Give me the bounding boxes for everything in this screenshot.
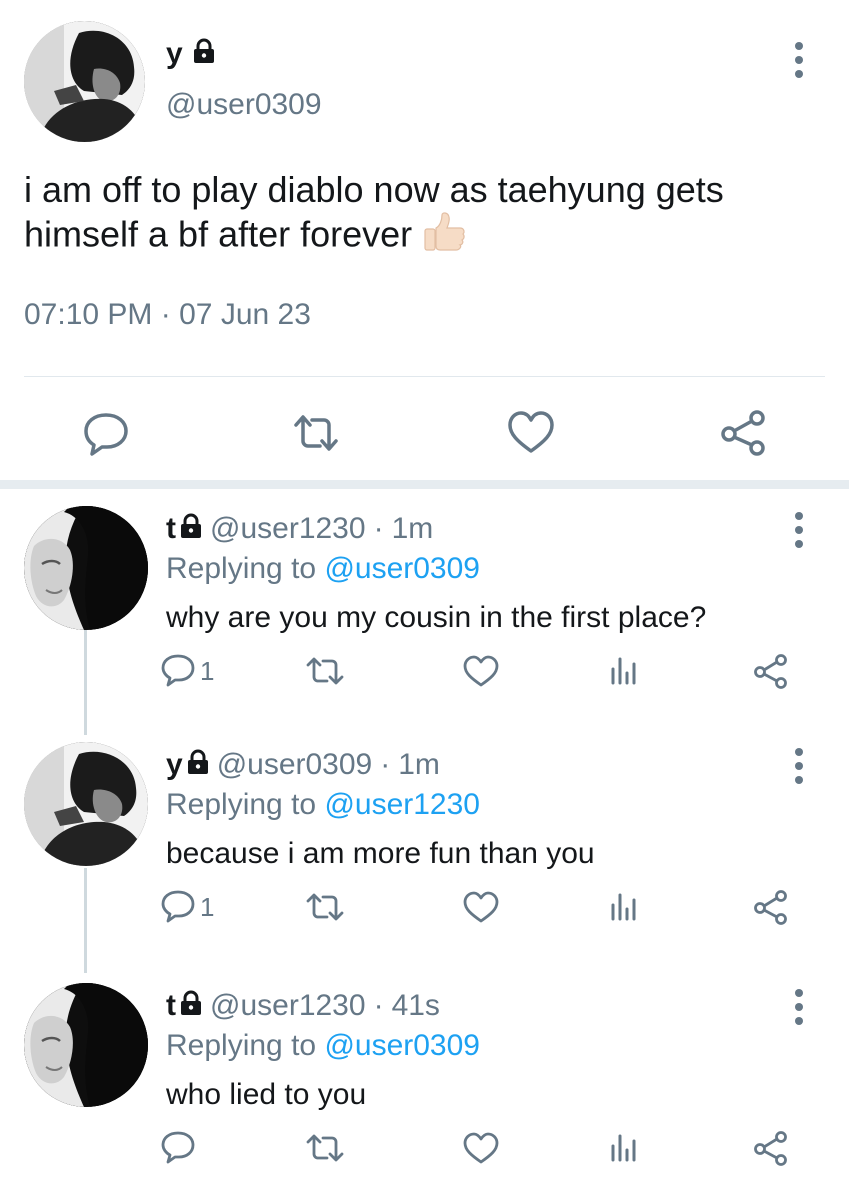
reply-icon: [160, 1128, 196, 1169]
lock-icon: [178, 513, 204, 545]
reply-button[interactable]: 1: [160, 887, 214, 927]
reply-display-name[interactable]: y: [166, 750, 183, 780]
replying-to-mention[interactable]: @user0309: [324, 552, 480, 585]
replying-to-mention[interactable]: @user1230: [324, 788, 480, 821]
lock-icon: [178, 990, 204, 1022]
reply-header: y @user0309 · 1m: [166, 749, 440, 781]
replying-to: Replying to @user0309: [166, 1029, 480, 1063]
meta-separator: ·: [160, 298, 171, 331]
reply-handle[interactable]: @user0309: [217, 750, 373, 780]
lock-icon: [185, 749, 211, 781]
avatar-t[interactable]: [24, 506, 148, 630]
retweet-icon[interactable]: [305, 1128, 345, 1168]
reply-button[interactable]: 1: [160, 651, 214, 691]
meta-separator: ·: [373, 512, 384, 545]
replying-to: Replying to @user0309: [166, 552, 480, 586]
reply-action-bar: 1: [160, 651, 800, 691]
main-handle[interactable]: @user0309: [166, 88, 322, 122]
meta-separator: ·: [373, 989, 384, 1022]
reply-icon: [160, 887, 196, 928]
share-icon[interactable]: [752, 887, 790, 927]
heart-icon[interactable]: [462, 1128, 500, 1168]
reply-text: because i am more fun than you: [166, 837, 595, 870]
heart-icon[interactable]: [462, 887, 500, 927]
reply-tweet[interactable]: t @user1230 · 1m Replying to @user0309 w…: [0, 506, 849, 706]
reply-icon[interactable]: [80, 407, 132, 459]
retweet-icon[interactable]: [305, 651, 345, 691]
main-tweet-timestamp[interactable]: 07:10 PM · 07 Jun 23: [24, 298, 311, 332]
reply-age: 1m: [391, 512, 434, 545]
more-vertical-icon[interactable]: [788, 510, 810, 550]
meta-separator: ·: [380, 748, 391, 781]
share-icon[interactable]: [752, 651, 790, 691]
main-display-name[interactable]: y: [166, 38, 223, 70]
more-vertical-icon[interactable]: [788, 746, 810, 786]
reply-button[interactable]: [160, 1128, 200, 1168]
reply-age: 41s: [391, 989, 440, 1022]
thumbs-up-icon: [422, 212, 466, 262]
main-tweet-text: i am off to play diablo now as taehyung …: [24, 168, 814, 262]
reply-action-bar: 1: [160, 887, 800, 927]
replying-to-label: Replying to: [166, 788, 317, 821]
tweet-thread-page: y @user0309 i am off to play diablo now …: [0, 0, 849, 1200]
main-tweet-body: i am off to play diablo now as taehyung …: [24, 169, 724, 255]
main-action-bar: [80, 407, 780, 459]
section-separator: [0, 480, 849, 489]
reply-handle[interactable]: @user1230: [210, 514, 366, 544]
lock-icon: [191, 38, 217, 70]
more-vertical-icon[interactable]: [788, 987, 810, 1027]
retweet-icon[interactable]: [290, 407, 342, 459]
reply-action-bar: [160, 1128, 800, 1168]
reply-display-name[interactable]: t: [166, 514, 176, 544]
reply-age: 1m: [398, 748, 440, 781]
reply-text: who lied to you: [166, 1078, 367, 1111]
stats-icon[interactable]: [608, 887, 638, 927]
reply-handle[interactable]: @user1230: [210, 991, 366, 1021]
replying-to: Replying to @user1230: [166, 788, 480, 822]
reply-header: t @user1230 · 1m: [166, 513, 433, 545]
divider: [24, 376, 825, 377]
main-name-text: y: [166, 37, 183, 70]
heart-icon[interactable]: [462, 651, 500, 691]
reply-header: t @user1230 · 41s: [166, 990, 440, 1022]
reply-icon: [160, 651, 196, 692]
avatar-y[interactable]: [24, 742, 148, 866]
stats-icon[interactable]: [608, 1128, 638, 1168]
avatar-main[interactable]: [24, 21, 145, 142]
retweet-icon[interactable]: [305, 887, 345, 927]
replying-to-label: Replying to: [166, 552, 317, 585]
stats-icon[interactable]: [608, 651, 638, 691]
reply-count: 1: [200, 891, 215, 922]
replying-to-label: Replying to: [166, 1029, 317, 1062]
reply-tweet[interactable]: y @user0309 · 1m Replying to @user1230 b…: [0, 742, 849, 942]
reply-count: 1: [200, 655, 215, 686]
avatar-t[interactable]: [24, 983, 148, 1107]
reply-tweet[interactable]: t @user1230 · 41s Replying to @user0309 …: [0, 983, 849, 1183]
more-vertical-icon[interactable]: [788, 40, 810, 80]
share-icon[interactable]: [718, 407, 770, 459]
main-tweet-time: 07:10 PM: [24, 298, 153, 331]
share-icon[interactable]: [752, 1128, 790, 1168]
reply-display-name[interactable]: t: [166, 991, 176, 1021]
main-tweet-date: 07 Jun 23: [179, 298, 311, 331]
replying-to-mention[interactable]: @user0309: [324, 1029, 480, 1062]
reply-text: why are you my cousin in the first place…: [166, 601, 707, 634]
heart-icon[interactable]: [505, 407, 557, 459]
